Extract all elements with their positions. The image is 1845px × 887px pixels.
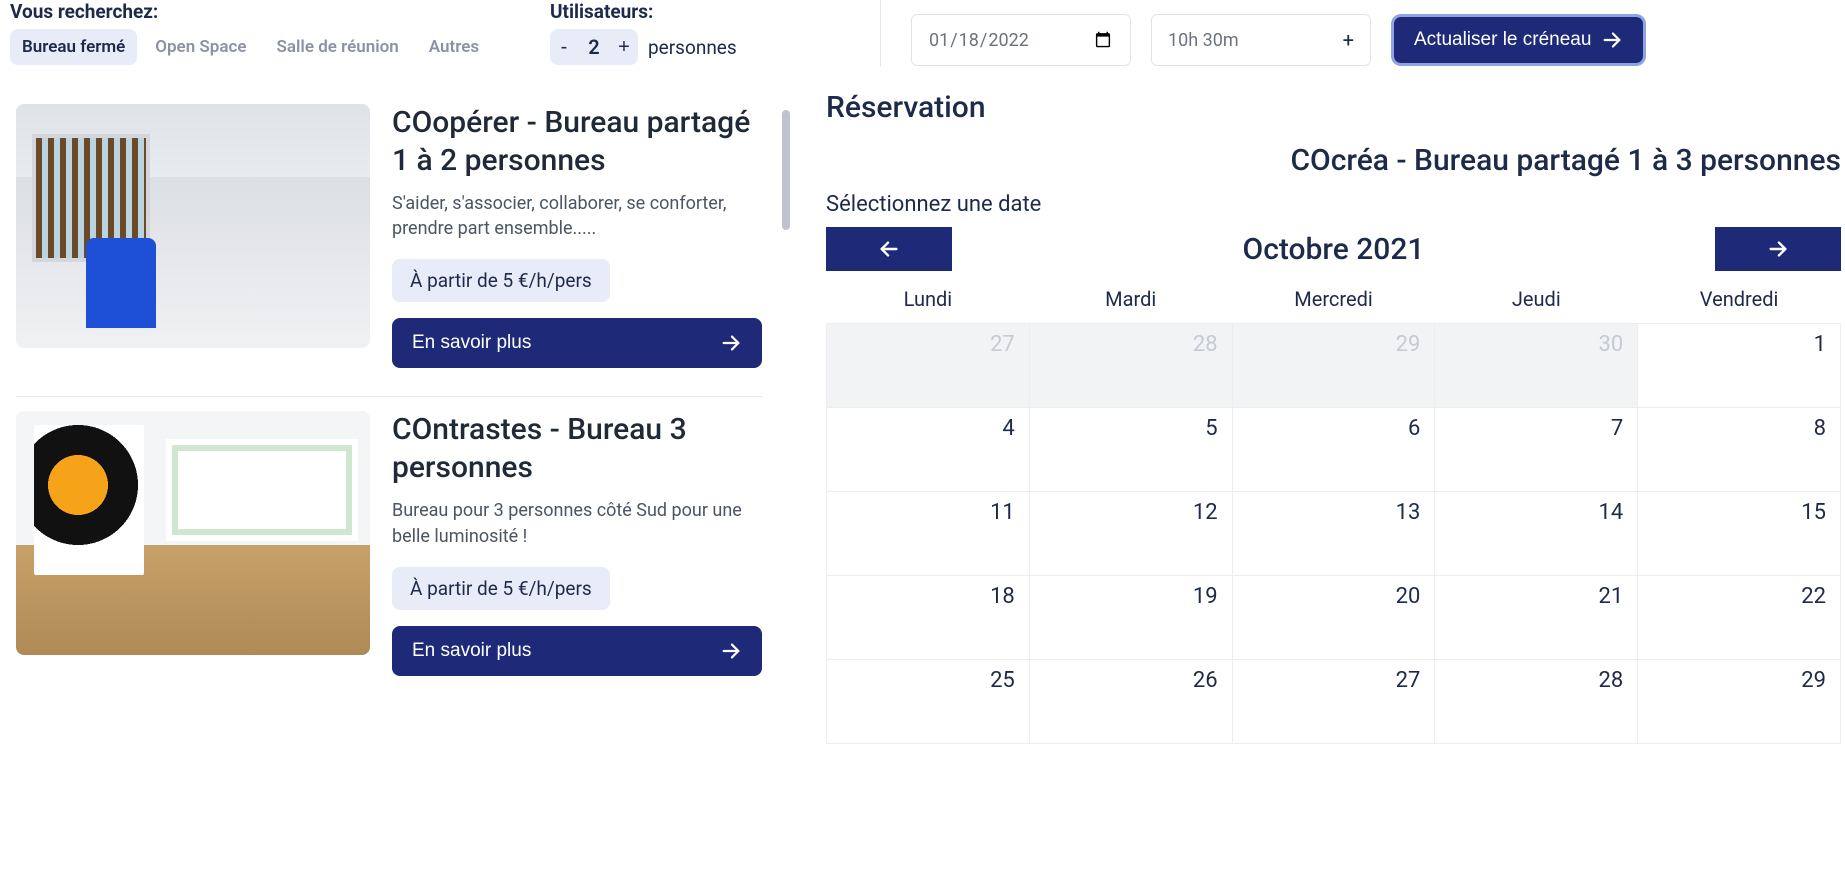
learn-more-label: En savoir plus xyxy=(412,332,531,354)
duration-field[interactable]: 10h 30m + xyxy=(1151,14,1371,66)
learn-more-label: En savoir plus xyxy=(412,640,531,662)
calendar-day[interactable]: 20 xyxy=(1232,576,1435,660)
arrow-right-icon xyxy=(1767,238,1789,260)
next-month-button[interactable] xyxy=(1715,227,1841,271)
calendar-day[interactable]: 12 xyxy=(1029,492,1232,576)
search-heading: Vous recherchez: xyxy=(10,0,530,23)
users-unit: personnes xyxy=(648,36,737,59)
duration-increment-icon[interactable]: + xyxy=(1343,28,1354,52)
calendar-day[interactable]: 27 xyxy=(1232,660,1435,744)
calendar-day: 27 xyxy=(827,324,1030,408)
calendar-day[interactable]: 11 xyxy=(827,492,1030,576)
listing-image xyxy=(16,411,370,655)
listing: COopérer - Bureau partagé 1 à 2 personne… xyxy=(16,90,762,397)
calendar-day[interactable]: 1 xyxy=(1638,324,1841,408)
listing-price: À partir de 5 €/h/pers xyxy=(392,259,610,302)
calendar-day[interactable]: 26 xyxy=(1029,660,1232,744)
scrollbar[interactable] xyxy=(782,110,790,230)
calendar-day: 29 xyxy=(1232,324,1435,408)
calendar-day[interactable]: 13 xyxy=(1232,492,1435,576)
calendar-day[interactable]: 28 xyxy=(1435,660,1638,744)
users-stepper: - 2 + xyxy=(550,29,638,65)
weekday-header: Mardi xyxy=(1029,279,1232,324)
divider xyxy=(880,0,881,66)
arrow-right-icon xyxy=(1601,29,1623,51)
users-decrement-button[interactable]: - xyxy=(550,29,578,65)
space-type-tabs: Bureau ferméOpen SpaceSalle de réunionAu… xyxy=(10,29,530,65)
tab-autres[interactable]: Autres xyxy=(417,29,491,65)
date-field[interactable] xyxy=(911,14,1131,66)
listing-description: S'aider, s'associer, collaborer, se conf… xyxy=(392,191,762,241)
duration-value: 10h 30m xyxy=(1168,30,1239,51)
calendar-day[interactable]: 29 xyxy=(1638,660,1841,744)
listing-image xyxy=(16,104,370,348)
calendar-day[interactable]: 6 xyxy=(1232,408,1435,492)
month-label: Octobre 2021 xyxy=(1243,232,1425,267)
tab-salle-de-réunion[interactable]: Salle de réunion xyxy=(265,29,411,65)
calendar-day[interactable]: 8 xyxy=(1638,408,1841,492)
users-heading: Utilisateurs: xyxy=(550,0,850,23)
weekday-header: Jeudi xyxy=(1435,279,1638,324)
calendar-day[interactable]: 5 xyxy=(1029,408,1232,492)
arrow-right-icon xyxy=(720,640,742,662)
weekday-header: Vendredi xyxy=(1638,279,1841,324)
learn-more-button[interactable]: En savoir plus xyxy=(392,318,762,368)
arrow-right-icon xyxy=(720,332,742,354)
selected-room-title: COcréa - Bureau partagé 1 à 3 personnes xyxy=(826,143,1841,178)
listings-panel: COopérer - Bureau partagé 1 à 2 personne… xyxy=(4,90,774,744)
users-increment-button[interactable]: + xyxy=(610,29,638,65)
prev-month-button[interactable] xyxy=(826,227,952,271)
update-slot-label: Actualiser le créneau xyxy=(1414,29,1591,51)
calendar-day[interactable]: 14 xyxy=(1435,492,1638,576)
tab-open-space[interactable]: Open Space xyxy=(143,29,258,65)
users-count: 2 xyxy=(578,35,610,59)
calendar-day[interactable]: 4 xyxy=(827,408,1030,492)
weekday-header: Lundi xyxy=(827,279,1030,324)
select-date-label: Sélectionnez une date xyxy=(826,192,1841,217)
calendar-day[interactable]: 21 xyxy=(1435,576,1638,660)
listing-price: À partir de 5 €/h/pers xyxy=(392,567,610,610)
weekday-header: Mercredi xyxy=(1232,279,1435,324)
listing: COntrastes - Bureau 3 personnes Bureau p… xyxy=(16,397,762,703)
tab-bureau-fermé[interactable]: Bureau fermé xyxy=(10,29,137,65)
update-slot-button[interactable]: Actualiser le créneau xyxy=(1391,14,1646,66)
reservation-panel: Réservation COcréa - Bureau partagé 1 à … xyxy=(798,90,1841,744)
calendar-day[interactable]: 7 xyxy=(1435,408,1638,492)
reservation-heading: Réservation xyxy=(826,90,1841,125)
calendar-day[interactable]: 22 xyxy=(1638,576,1841,660)
calendar-day[interactable]: 18 xyxy=(827,576,1030,660)
listing-title: COntrastes - Bureau 3 personnes xyxy=(392,411,762,486)
listing-description: Bureau pour 3 personnes côté Sud pour un… xyxy=(392,498,762,548)
calendar-day[interactable]: 25 xyxy=(827,660,1030,744)
calendar-day: 30 xyxy=(1435,324,1638,408)
learn-more-button[interactable]: En savoir plus xyxy=(392,626,762,676)
arrow-left-icon xyxy=(878,238,900,260)
calendar: LundiMardiMercrediJeudiVendredi 27282930… xyxy=(826,279,1841,744)
calendar-day: 28 xyxy=(1029,324,1232,408)
listing-title: COopérer - Bureau partagé 1 à 2 personne… xyxy=(392,104,762,179)
calendar-day[interactable]: 15 xyxy=(1638,492,1841,576)
calendar-day[interactable]: 19 xyxy=(1029,576,1232,660)
date-input[interactable] xyxy=(928,29,1114,52)
